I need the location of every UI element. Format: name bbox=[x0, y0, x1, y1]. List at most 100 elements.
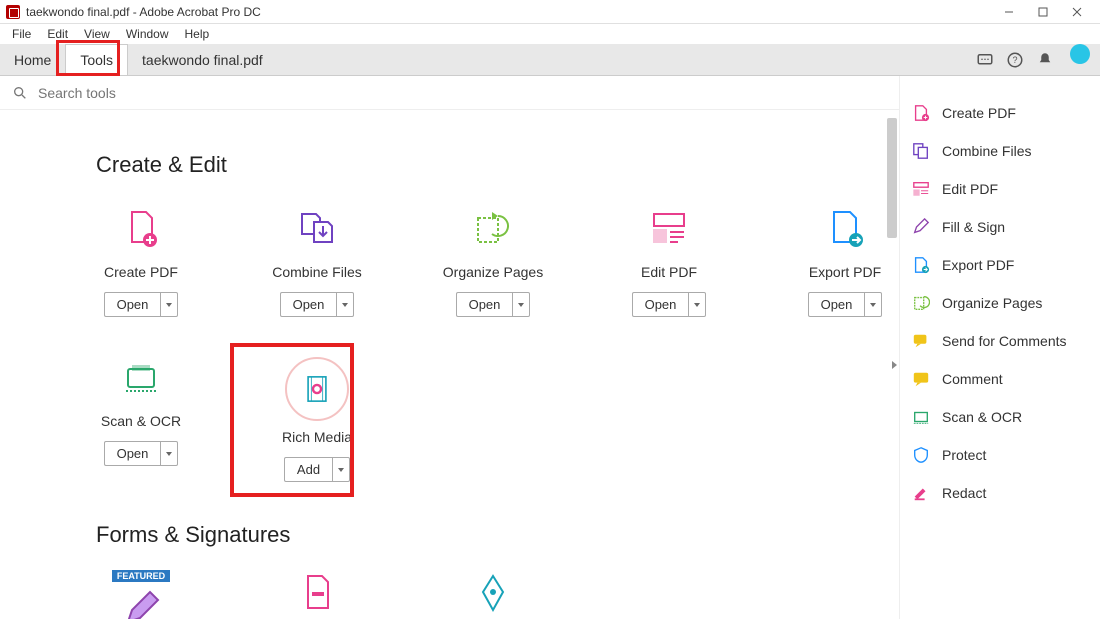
dropdown-button[interactable] bbox=[688, 292, 706, 317]
send-comments-icon bbox=[912, 332, 930, 350]
avatar[interactable] bbox=[1070, 44, 1090, 64]
edit-pdf-icon bbox=[912, 180, 930, 198]
tool-export-pdf[interactable]: Export PDF Open bbox=[800, 208, 890, 317]
sidebar-item-send-comments[interactable]: Send for Comments bbox=[912, 322, 1088, 360]
open-button[interactable]: Open bbox=[104, 292, 161, 317]
maximize-button[interactable] bbox=[1026, 0, 1060, 24]
window-title: taekwondo final.pdf - Adobe Acrobat Pro … bbox=[26, 5, 261, 19]
menu-file[interactable]: File bbox=[6, 26, 37, 42]
sidebar-item-label: Fill & Sign bbox=[942, 219, 1005, 235]
sidebar-item-organize[interactable]: Organize Pages bbox=[912, 284, 1088, 322]
svg-text:?: ? bbox=[1012, 55, 1017, 65]
sidebar-item-scan-ocr[interactable]: Scan & OCR bbox=[912, 398, 1088, 436]
section-create-edit: Create & Edit bbox=[96, 152, 899, 178]
tool-label: Rich Media bbox=[282, 429, 352, 445]
sidebar-item-edit-pdf[interactable]: Edit PDF bbox=[912, 170, 1088, 208]
sidebar-item-label: Export PDF bbox=[942, 257, 1014, 273]
tool-scan-ocr[interactable]: Scan & OCR Open bbox=[96, 357, 186, 482]
export-pdf-icon bbox=[824, 208, 866, 250]
sidebar-item-label: Redact bbox=[942, 485, 986, 501]
combine-files-icon bbox=[912, 142, 930, 160]
sidebar-item-label: Combine Files bbox=[942, 143, 1031, 159]
menu-help[interactable]: Help bbox=[179, 26, 216, 42]
scan-ocr-icon bbox=[120, 357, 162, 399]
collapse-right-pane[interactable] bbox=[888, 347, 899, 383]
menu-view[interactable]: View bbox=[78, 26, 116, 42]
open-button[interactable]: Open bbox=[280, 292, 337, 317]
dropdown-button[interactable] bbox=[336, 292, 354, 317]
sidebar-item-label: Comment bbox=[942, 371, 1003, 387]
tool-forms-3[interactable] bbox=[448, 572, 538, 619]
open-button[interactable]: Open bbox=[456, 292, 513, 317]
redact-icon bbox=[912, 484, 930, 502]
tool-featured[interactable]: FEATURED bbox=[96, 572, 186, 619]
pencil-icon bbox=[120, 588, 162, 619]
menu-edit[interactable]: Edit bbox=[41, 26, 74, 42]
tab-tools[interactable]: Tools bbox=[65, 44, 128, 75]
search-row bbox=[0, 76, 899, 110]
sidebar-item-label: Send for Comments bbox=[942, 333, 1067, 349]
comment-icon bbox=[912, 370, 930, 388]
tool-rich-media[interactable]: Rich Media Add bbox=[272, 357, 362, 482]
tool-edit-pdf[interactable]: Edit PDF Open bbox=[624, 208, 714, 317]
tab-document[interactable]: taekwondo final.pdf bbox=[128, 44, 277, 75]
tool-create-pdf[interactable]: Create PDF Open bbox=[96, 208, 186, 317]
sidebar-item-fill-sign[interactable]: Fill & Sign bbox=[912, 208, 1088, 246]
rich-media-icon bbox=[285, 357, 349, 421]
tool-combine-files[interactable]: Combine Files Open bbox=[272, 208, 362, 317]
menu-window[interactable]: Window bbox=[120, 26, 175, 42]
menu-bar: File Edit View Window Help bbox=[0, 24, 1100, 44]
title-bar: taekwondo final.pdf - Adobe Acrobat Pro … bbox=[0, 0, 1100, 24]
minimize-button[interactable] bbox=[992, 0, 1026, 24]
search-input[interactable] bbox=[38, 85, 887, 101]
scan-ocr-icon bbox=[912, 408, 930, 426]
sidebar-item-label: Organize Pages bbox=[942, 295, 1042, 311]
sidebar-item-create-pdf[interactable]: Create PDF bbox=[912, 94, 1088, 132]
featured-badge: FEATURED bbox=[112, 570, 170, 582]
dropdown-button[interactable] bbox=[864, 292, 882, 317]
tab-home[interactable]: Home bbox=[0, 44, 65, 75]
open-button[interactable]: Open bbox=[808, 292, 865, 317]
notifications-icon[interactable] bbox=[1030, 44, 1060, 75]
create-pdf-icon bbox=[120, 208, 162, 250]
sidebar-item-label: Create PDF bbox=[942, 105, 1016, 121]
sidebar-item-protect[interactable]: Protect bbox=[912, 436, 1088, 474]
dropdown-button[interactable] bbox=[332, 457, 350, 482]
section-forms-signatures: Forms & Signatures bbox=[96, 522, 899, 548]
close-button[interactable] bbox=[1060, 0, 1094, 24]
pen-icon bbox=[472, 572, 514, 614]
organize-pages-icon bbox=[912, 294, 930, 312]
tool-label: Scan & OCR bbox=[101, 413, 181, 429]
tool-organize-pages[interactable]: Organize Pages Open bbox=[448, 208, 538, 317]
add-button[interactable]: Add bbox=[284, 457, 332, 482]
right-sidebar: Create PDF Combine Files Edit PDF Fill &… bbox=[900, 76, 1100, 619]
sidebar-item-label: Protect bbox=[942, 447, 986, 463]
export-pdf-icon bbox=[912, 256, 930, 274]
open-button[interactable]: Open bbox=[104, 441, 161, 466]
sidebar-item-redact[interactable]: Redact bbox=[912, 474, 1088, 512]
help-icon[interactable]: ? bbox=[1000, 44, 1030, 75]
dropdown-button[interactable] bbox=[160, 441, 178, 466]
search-icon bbox=[12, 85, 28, 101]
fill-sign-icon bbox=[912, 218, 930, 236]
sidebar-item-combine[interactable]: Combine Files bbox=[912, 132, 1088, 170]
dropdown-button[interactable] bbox=[160, 292, 178, 317]
combine-files-icon bbox=[296, 208, 338, 250]
tool-label: Combine Files bbox=[272, 264, 361, 280]
dropdown-button[interactable] bbox=[512, 292, 530, 317]
edit-pdf-icon bbox=[648, 208, 690, 250]
tool-label: Export PDF bbox=[809, 264, 881, 280]
messages-icon[interactable] bbox=[970, 44, 1000, 75]
tool-label: Edit PDF bbox=[641, 264, 697, 280]
tab-bar: Home Tools taekwondo final.pdf ? bbox=[0, 44, 1100, 76]
sidebar-item-export-pdf[interactable]: Export PDF bbox=[912, 246, 1088, 284]
sidebar-item-label: Scan & OCR bbox=[942, 409, 1022, 425]
sidebar-item-comment[interactable]: Comment bbox=[912, 360, 1088, 398]
create-pdf-icon bbox=[912, 104, 930, 122]
sidebar-item-label: Edit PDF bbox=[942, 181, 998, 197]
tool-forms-2[interactable] bbox=[272, 572, 362, 619]
page-icon bbox=[296, 572, 338, 614]
tool-label: Organize Pages bbox=[443, 264, 543, 280]
open-button[interactable]: Open bbox=[632, 292, 689, 317]
protect-icon bbox=[912, 446, 930, 464]
